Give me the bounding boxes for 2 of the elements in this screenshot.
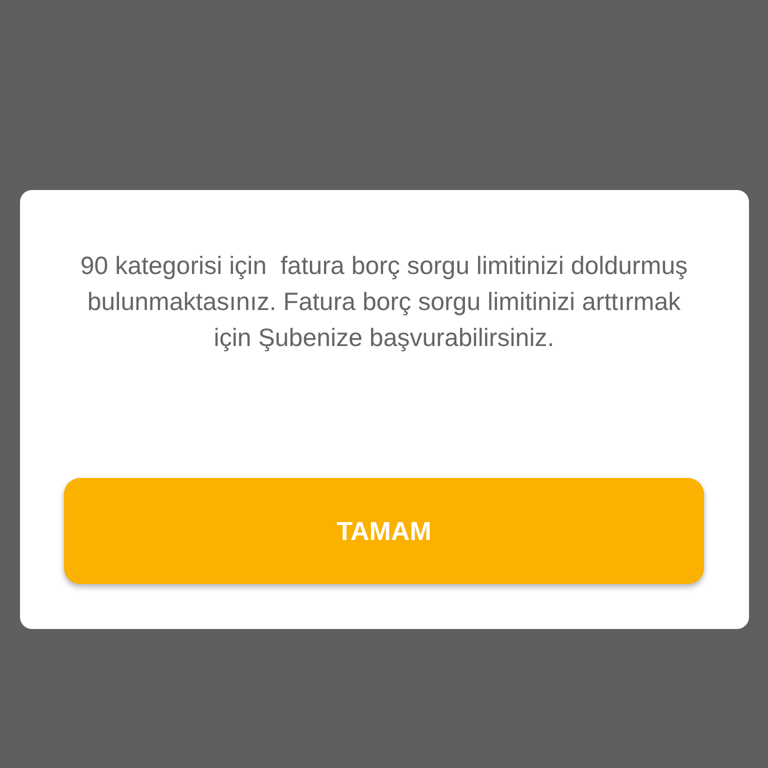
ok-button[interactable]: TAMAM: [64, 478, 704, 584]
dialog-message: 90 kategorisi için fatura borç sorgu limitinizi doldurmuş bulunmaktasınız. Fatura borç sorgu limitinizi arttırmak için Şubenize başvurabilirsiniz.: [79, 251, 689, 354]
